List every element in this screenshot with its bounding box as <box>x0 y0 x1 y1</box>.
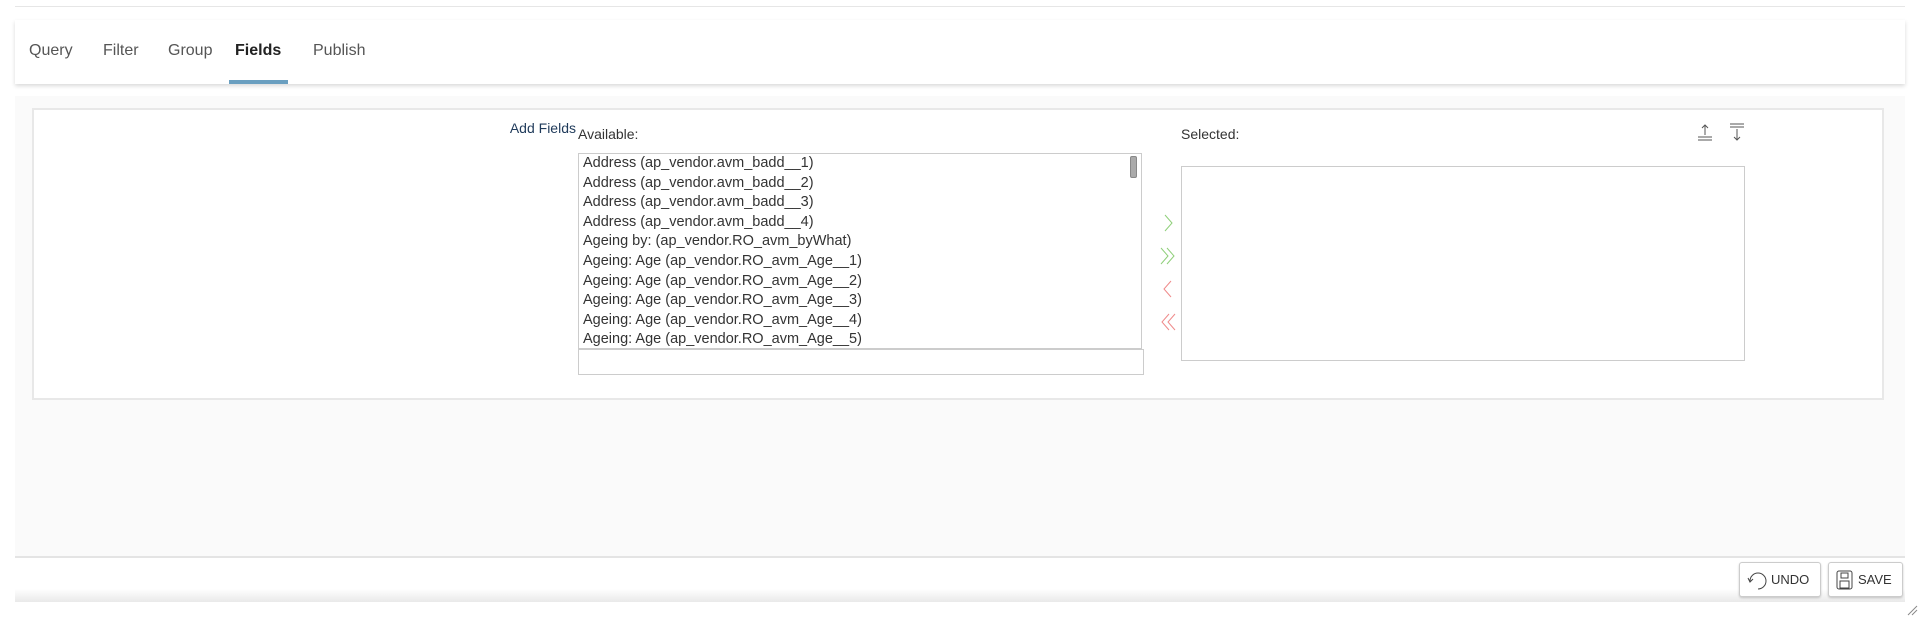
remove-all-icon[interactable] <box>1156 311 1180 333</box>
available-field-item[interactable]: Ageing by: (ap_vendor.RO_avm_byWhat) <box>579 232 1141 252</box>
remove-selected-icon[interactable] <box>1156 278 1180 300</box>
top-divider <box>15 6 1905 7</box>
active-tab-indicator <box>229 80 288 84</box>
tab-fields[interactable]: Fields <box>235 42 281 60</box>
available-field-item[interactable]: Ageing: Age (ap_vendor.RO_avm_Age__3) <box>579 291 1141 311</box>
add-fields-label: Add Fields <box>509 120 576 136</box>
available-field-item[interactable]: Address (ap_vendor.avm_badd__3) <box>579 193 1141 213</box>
undo-icon <box>1747 572 1767 589</box>
tab-query[interactable]: Query <box>29 42 73 60</box>
available-field-item[interactable]: Ageing: Age (ap_vendor.RO_avm_Age__4) <box>579 311 1141 331</box>
selected-fields-list[interactable] <box>1181 166 1745 361</box>
tab-group[interactable]: Group <box>168 42 212 60</box>
available-field-item[interactable]: Ageing: Age (ap_vendor.RO_avm_Age__5) <box>579 330 1141 348</box>
available-label: Available: <box>578 126 639 142</box>
content-area: Add Fields Available: Address (ap_vendor… <box>15 96 1905 556</box>
available-field-item[interactable]: Ageing: Age (ap_vendor.RO_avm_Age__2) <box>579 272 1141 292</box>
available-field-item[interactable]: Address (ap_vendor.avm_badd__4) <box>579 213 1141 233</box>
available-fields-list[interactable]: Address (ap_vendor.avm_badd__1) Address (… <box>578 153 1142 349</box>
scrollbar-thumb[interactable] <box>1130 156 1137 178</box>
footer-bar: UNDO SAVE <box>15 558 1905 602</box>
save-button[interactable]: SAVE <box>1828 562 1903 597</box>
save-icon <box>1836 570 1853 589</box>
move-down-icon[interactable] <box>1727 122 1747 142</box>
resize-grip-icon[interactable] <box>1906 604 1918 616</box>
save-label: SAVE <box>1858 572 1892 587</box>
add-selected-icon[interactable] <box>1156 212 1180 234</box>
fields-panel: Add Fields Available: Address (ap_vendor… <box>32 108 1884 400</box>
undo-button[interactable]: UNDO <box>1739 562 1821 597</box>
available-field-item[interactable]: Address (ap_vendor.avm_badd__2) <box>579 174 1141 194</box>
available-field-item[interactable]: Address (ap_vendor.avm_badd__1) <box>579 154 1141 174</box>
add-all-icon[interactable] <box>1156 245 1180 267</box>
undo-label: UNDO <box>1771 572 1810 587</box>
move-up-icon[interactable] <box>1695 122 1715 142</box>
tab-publish[interactable]: Publish <box>313 42 365 60</box>
tab-filter[interactable]: Filter <box>103 42 139 60</box>
available-field-item[interactable]: Ageing: Age (ap_vendor.RO_avm_Age__1) <box>579 252 1141 272</box>
tab-bar: Query Filter Group Fields Publish <box>15 20 1905 84</box>
selected-label: Selected: <box>1181 126 1240 142</box>
available-filter-input[interactable] <box>578 349 1144 375</box>
